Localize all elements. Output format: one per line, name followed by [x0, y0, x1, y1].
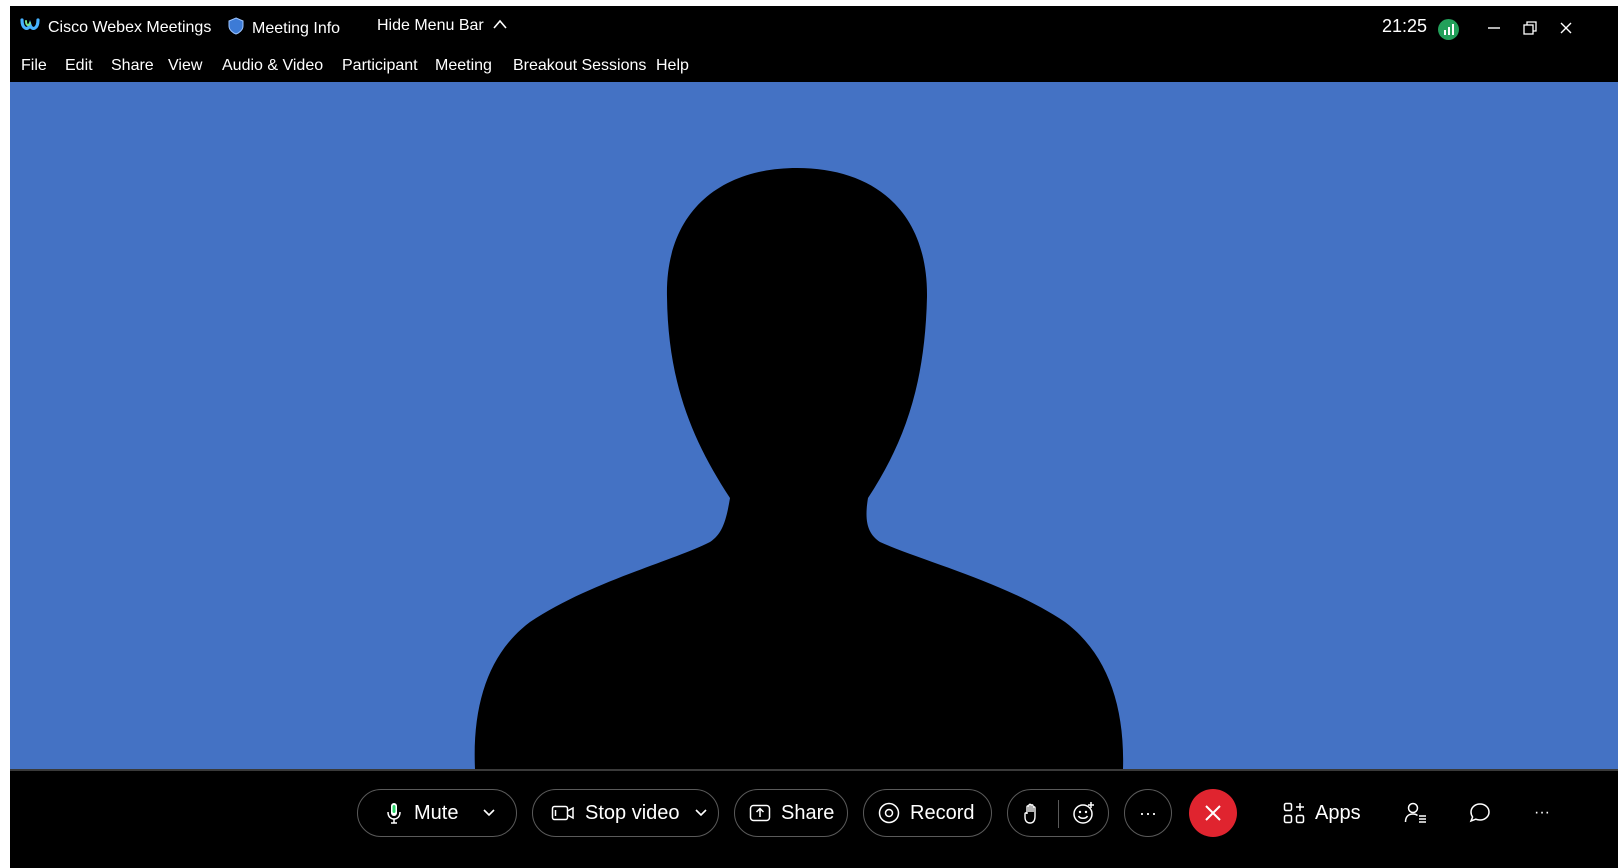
video-stage: [10, 82, 1618, 769]
menu-bar: File Edit Share View Audio & Video Parti…: [10, 48, 1618, 82]
overflow-menu-button[interactable]: ···: [1534, 789, 1550, 837]
menu-audio-video[interactable]: Audio & Video: [222, 57, 323, 75]
apps-grid-icon: [1283, 802, 1305, 824]
close-icon: [1204, 804, 1222, 822]
more-options-button[interactable]: ···: [1124, 789, 1172, 837]
shield-icon: [228, 17, 244, 40]
meeting-clock: 21:25: [1382, 16, 1428, 36]
participant-silhouette: [474, 168, 1124, 769]
record-button[interactable]: Record: [863, 789, 992, 837]
menu-meeting[interactable]: Meeting: [435, 57, 492, 75]
meeting-info-button[interactable]: Meeting Info: [228, 17, 340, 40]
meeting-controls: Mute Stop video Share Record ··· Apps ··…: [10, 771, 1618, 868]
chevron-up-icon: [492, 17, 508, 35]
share-label: Share: [781, 801, 835, 824]
chat-bubble-icon: [1468, 801, 1492, 825]
apps-label: Apps: [1315, 801, 1361, 824]
restore-icon[interactable]: [1516, 14, 1544, 42]
webex-logo-icon: [20, 17, 40, 38]
raise-hand-icon[interactable]: [1022, 802, 1042, 826]
overflow-menu-label: ···: [1534, 804, 1550, 821]
mute-button[interactable]: Mute: [357, 789, 517, 837]
more-options-label: ···: [1139, 802, 1157, 823]
divider: [1058, 800, 1059, 828]
stop-video-label: Stop video: [585, 801, 680, 824]
close-window-icon[interactable]: [1552, 14, 1580, 42]
menu-breakout-sessions[interactable]: Breakout Sessions: [513, 57, 646, 75]
participants-button[interactable]: [1404, 789, 1428, 837]
menu-view[interactable]: View: [168, 57, 202, 75]
camera-icon: [551, 804, 575, 822]
webex-window: Cisco Webex Meetings Meeting Info Hide M…: [10, 6, 1618, 868]
chat-button[interactable]: [1468, 789, 1492, 837]
record-icon: [878, 802, 900, 824]
menu-participant[interactable]: Participant: [342, 57, 418, 75]
apps-button[interactable]: Apps: [1283, 789, 1361, 837]
menu-help[interactable]: Help: [656, 57, 689, 75]
minimize-icon[interactable]: [1480, 14, 1508, 42]
reactions-group: [1007, 789, 1109, 837]
emoji-reaction-icon[interactable]: [1072, 801, 1096, 825]
microphone-icon: [386, 801, 402, 825]
hide-menu-bar-label: Hide Menu Bar: [377, 17, 484, 34]
menu-file[interactable]: File: [21, 57, 47, 75]
share-button[interactable]: Share: [734, 789, 848, 837]
title-bar: Cisco Webex Meetings Meeting Info Hide M…: [10, 6, 1618, 48]
record-label: Record: [910, 801, 975, 824]
hide-menu-bar-button[interactable]: Hide Menu Bar: [377, 17, 508, 35]
menu-share[interactable]: Share: [111, 57, 154, 75]
app-name: Cisco Webex Meetings: [20, 17, 211, 38]
chevron-down-icon[interactable]: [482, 808, 496, 818]
menu-edit[interactable]: Edit: [65, 57, 93, 75]
chevron-down-icon[interactable]: [694, 808, 708, 818]
participants-icon: [1404, 801, 1428, 825]
share-screen-icon: [749, 804, 771, 822]
leave-meeting-button[interactable]: [1189, 789, 1237, 837]
mute-label: Mute: [414, 801, 459, 824]
stop-video-button[interactable]: Stop video: [532, 789, 719, 837]
network-signal-icon[interactable]: [1438, 19, 1459, 40]
app-name-label: Cisco Webex Meetings: [48, 18, 212, 36]
meeting-info-label: Meeting Info: [252, 19, 341, 37]
